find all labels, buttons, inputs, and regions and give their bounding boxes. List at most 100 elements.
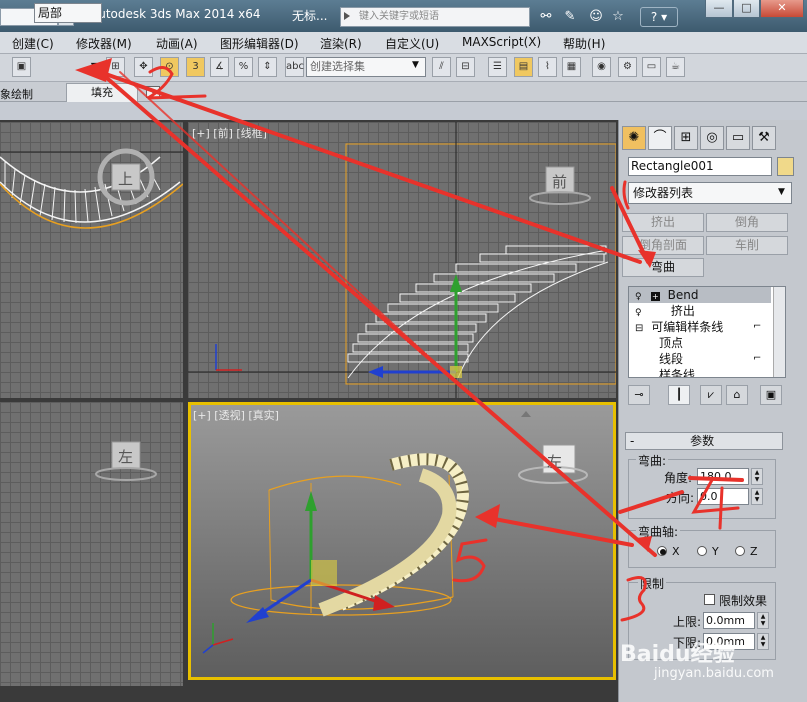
edit-named-sets-icon[interactable]: abc xyxy=(285,57,304,77)
display-tab-icon[interactable]: ▭ xyxy=(726,126,750,150)
make-unique-icon[interactable]: ⩗ xyxy=(700,385,722,405)
viewport-front[interactable]: [+] [前] [线框] 前 xyxy=(188,122,616,398)
stack-item-spline[interactable]: 样条线 xyxy=(629,367,771,377)
collapse-icon: - xyxy=(630,434,635,448)
render-teapot-icon[interactable]: ☕ xyxy=(666,57,685,77)
graphite-toggle-icon[interactable]: ▤ xyxy=(514,57,533,77)
schematic-view-icon[interactable]: ▦ xyxy=(562,57,581,77)
upper-limit-input[interactable]: 0.0mm xyxy=(703,612,755,629)
menu-help[interactable]: 帮助(H) xyxy=(563,35,605,52)
chevron-down-icon[interactable]: ▼ xyxy=(88,57,100,75)
watermark-url: jingyan.baidu.com xyxy=(654,666,774,681)
angle-snap-icon[interactable]: ∡ xyxy=(210,57,229,77)
bend-axis-label: 弯曲轴: xyxy=(636,523,681,540)
direction-input[interactable]: 0.0 xyxy=(697,488,749,505)
object-color-swatch[interactable] xyxy=(777,157,794,176)
layer-manager-icon[interactable]: ☰ xyxy=(488,57,507,77)
help-button[interactable]: ? ▾ xyxy=(640,7,678,27)
viewport-left[interactable]: 左 xyxy=(0,402,183,686)
bend-button[interactable]: 弯曲 xyxy=(622,258,704,277)
ribbon-dropdown[interactable]: ▾ xyxy=(146,86,160,98)
render-setup-icon[interactable]: ⚙ xyxy=(618,57,637,77)
mirror-icon[interactable]: ⫽ xyxy=(432,57,451,77)
sub-object-icon: ⌐ xyxy=(753,353,762,364)
viewport-front-label[interactable]: [+] [前] [线框] xyxy=(192,125,267,141)
modify-tab-icon[interactable]: ⌒ xyxy=(648,126,672,150)
hierarchy-tab-icon[interactable]: ⊞ xyxy=(674,126,698,150)
viewport-top[interactable]: 上 xyxy=(0,122,183,398)
stack-item-extrude[interactable]: ♀ 挤出 xyxy=(629,303,771,319)
select-manipulate-icon[interactable]: ✥ xyxy=(134,57,153,77)
binoculars-icon[interactable]: ⚯ xyxy=(538,9,554,25)
stack-item-segment[interactable]: 线段 ⌐ xyxy=(629,351,771,367)
stack-scrollbar[interactable] xyxy=(773,287,785,377)
ribbon-label[interactable]: 象绘制 xyxy=(0,86,33,102)
menu-animation[interactable]: 动画(A) xyxy=(156,35,198,52)
modifier-list-dropdown[interactable]: 修改器列表 xyxy=(628,182,792,204)
close-button[interactable]: ✕ xyxy=(760,0,804,18)
star-icon[interactable]: ☆ xyxy=(610,9,626,25)
snap-toggle-icon[interactable]: ⊙ xyxy=(160,57,179,77)
spinner-snap-icon[interactable]: ⇕ xyxy=(258,57,277,77)
upper-limit-spinner[interactable]: ▲ ▼ xyxy=(757,612,769,629)
parameters-rollout[interactable]: - 参数 xyxy=(625,432,783,450)
curve-editor-icon[interactable]: ⌇ xyxy=(538,57,557,77)
menu-customize[interactable]: 自定义(U) xyxy=(385,35,439,52)
stack-item-bend[interactable]: ♀ + Bend xyxy=(629,287,771,303)
menu-create[interactable]: 创建(C) xyxy=(12,35,54,52)
ribbon-tab-populate[interactable]: 填充 xyxy=(66,83,138,102)
select-region-icon[interactable]: ▣ xyxy=(12,57,31,77)
axis-x-radio[interactable] xyxy=(657,546,667,556)
viewport-perspective[interactable]: [+] [透视] [真实] 左 xyxy=(188,402,616,680)
viewcube-label[interactable]: 左 xyxy=(547,451,562,472)
axis-z-radio[interactable] xyxy=(735,546,745,556)
chevron-down-icon: ▼ xyxy=(778,187,785,197)
stack-item-vertex[interactable]: 顶点 xyxy=(629,335,771,351)
configure-sets-icon[interactable]: ▣ xyxy=(760,385,782,405)
stack-item-editable-spline[interactable]: ⊟ 可编辑样条线 ⌐ xyxy=(629,319,771,335)
collapse-icon[interactable]: ⊟ xyxy=(635,323,643,334)
align-icon[interactable]: ⊟ xyxy=(456,57,475,77)
direction-spinner[interactable]: ▲ ▼ xyxy=(751,488,763,505)
bend-group-label: 弯曲: xyxy=(636,452,669,469)
remove-modifier-icon[interactable]: ⌂ xyxy=(726,385,748,405)
rendered-frame-icon[interactable]: ▭ xyxy=(642,57,661,77)
stack-item-label: 顶点 xyxy=(659,336,684,350)
viewcube-label[interactable]: 上 xyxy=(118,168,133,189)
search-input[interactable]: 键入关键字或短语 xyxy=(340,7,530,27)
pin-stack-icon[interactable]: ⊸ xyxy=(628,385,650,405)
limit-effect-checkbox[interactable] xyxy=(704,594,715,605)
tools-icon[interactable]: ✎ xyxy=(562,9,578,25)
lower-limit-spinner[interactable]: ▲ ▼ xyxy=(757,633,769,650)
chevron-down-icon: ▼ xyxy=(412,60,419,70)
motion-tab-icon[interactable]: ◎ xyxy=(700,126,724,150)
menu-modifiers[interactable]: 修改器(M) xyxy=(76,35,132,52)
utilities-tab-icon[interactable]: ⚒ xyxy=(752,126,776,150)
people-icon[interactable]: ☺ xyxy=(588,9,604,25)
pivot-icon[interactable]: ⊞ xyxy=(106,57,125,77)
angle-spinner[interactable]: ▲ ▼ xyxy=(751,468,763,485)
viewcube-label[interactable]: 左 xyxy=(118,446,133,467)
menu-graph-editors[interactable]: 图形编辑器(D) xyxy=(220,35,299,52)
viewcube-label[interactable]: 前 xyxy=(552,171,567,192)
show-end-result-icon[interactable]: ┃ xyxy=(668,385,690,405)
minimize-button[interactable]: — xyxy=(705,0,733,18)
percent-snap-icon[interactable]: % xyxy=(234,57,253,77)
angle-input[interactable]: 180.0 xyxy=(697,468,749,485)
bevel-profile-button[interactable]: 倒角剖面 xyxy=(622,236,704,255)
named-selection-sets-dropdown[interactable]: 创建选择集 xyxy=(306,57,426,77)
object-name-field[interactable]: Rectangle001 xyxy=(628,157,772,176)
axis-y-radio[interactable] xyxy=(697,546,707,556)
maximize-button[interactable]: □ xyxy=(733,0,760,18)
menu-rendering[interactable]: 渲染(R) xyxy=(320,35,362,52)
create-tab-icon[interactable]: ✺ xyxy=(622,126,646,150)
material-editor-icon[interactable]: ◉ xyxy=(592,57,611,77)
lathe-button[interactable]: 车削 xyxy=(706,236,788,255)
bevel-button[interactable]: 倒角 xyxy=(706,213,788,232)
reference-coordinate-select[interactable]: 局部 xyxy=(34,3,102,23)
expand-icon[interactable]: + xyxy=(650,292,660,301)
viewport-perspective-label[interactable]: [+] [透视] [真实] xyxy=(193,407,279,423)
extrude-button[interactable]: 挤出 xyxy=(622,213,704,232)
menu-maxscript[interactable]: MAXScript(X) xyxy=(462,35,541,49)
snap-3d-icon[interactable]: 3 xyxy=(186,57,205,77)
